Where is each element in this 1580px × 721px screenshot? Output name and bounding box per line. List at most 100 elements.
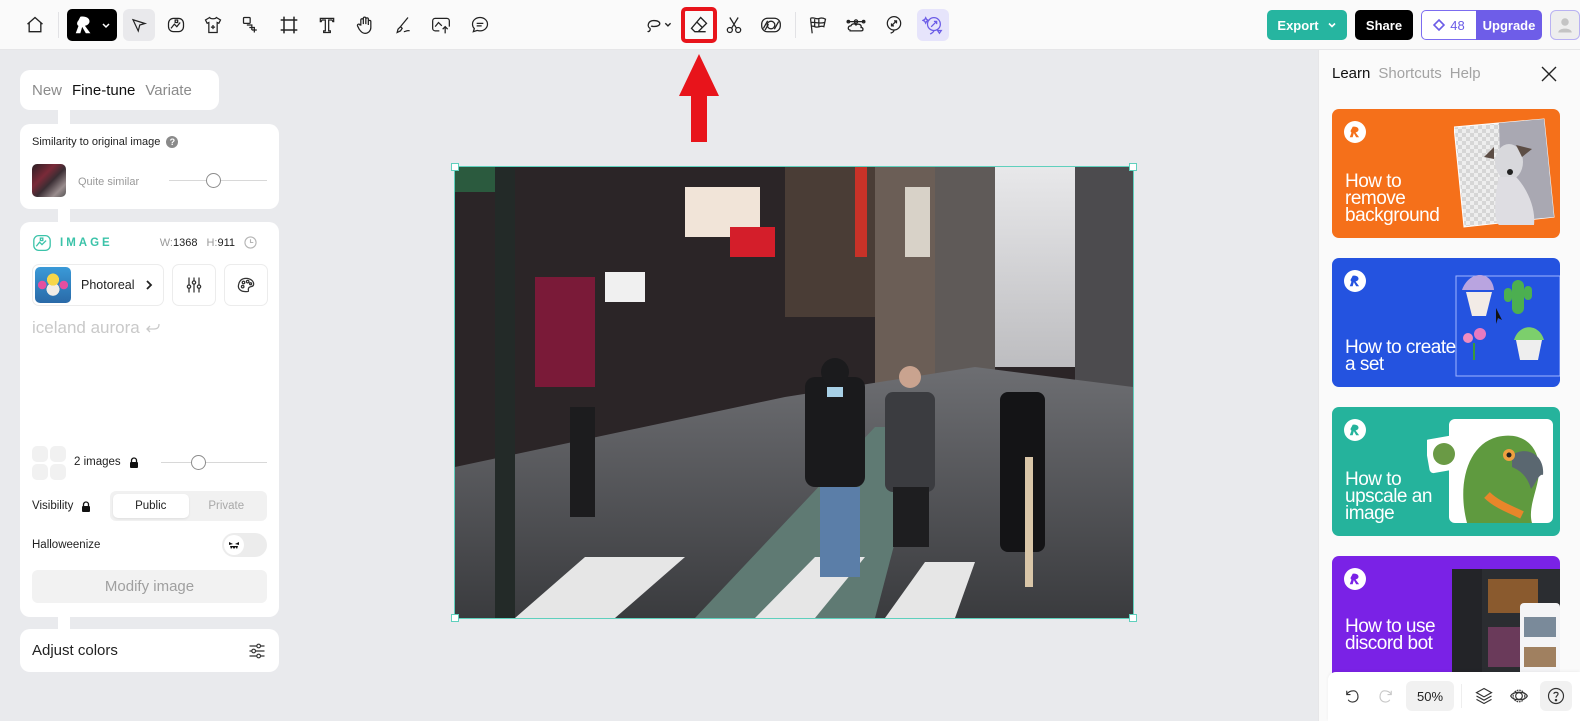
- image-count-slider-handle[interactable]: [190, 455, 206, 470]
- visibility-public-option[interactable]: Public: [113, 494, 189, 518]
- visibility-preview-button[interactable]: [1505, 681, 1533, 711]
- layers-button[interactable]: [1470, 681, 1498, 711]
- share-button[interactable]: Share: [1355, 10, 1413, 40]
- style-palette-button[interactable]: [224, 264, 268, 306]
- image-count-slider-track[interactable]: [161, 462, 267, 463]
- similarity-slider-handle[interactable]: [205, 173, 221, 188]
- home-icon: [25, 15, 45, 35]
- user-avatar[interactable]: [1550, 10, 1580, 40]
- tab-fine-tune[interactable]: Fine-tune: [72, 82, 135, 99]
- layers-tool-button[interactable]: [235, 9, 267, 41]
- upload-tool-button[interactable]: [425, 9, 457, 41]
- tutorial-card-upscale-image[interactable]: How to upscale an image: [1332, 407, 1560, 536]
- plants-set-image: [1455, 275, 1560, 377]
- street-photo: [455, 167, 1133, 618]
- select-tool-button[interactable]: [123, 9, 155, 41]
- tutorial-card-create-set[interactable]: How to create a set: [1332, 258, 1560, 387]
- brand-badge-icon: [1344, 121, 1366, 143]
- image-section-label: IMAGE: [60, 237, 113, 249]
- share-label: Share: [1365, 17, 1403, 33]
- magic-upscale-tool-button[interactable]: [917, 9, 949, 41]
- redo-button[interactable]: [1372, 681, 1400, 711]
- crop-tool-button[interactable]: [273, 9, 305, 41]
- comment-tool-button[interactable]: [464, 9, 496, 41]
- redo-icon: [1377, 687, 1395, 705]
- tab-shortcuts[interactable]: Shortcuts: [1378, 65, 1441, 82]
- undo-button[interactable]: [1338, 681, 1366, 711]
- model-name: Photoreal: [81, 278, 135, 292]
- chevron-down-icon: [1327, 20, 1337, 30]
- prompt-input[interactable]: iceland aurora: [32, 318, 161, 338]
- resize-handle-bottom-right[interactable]: [1129, 614, 1137, 622]
- tab-new[interactable]: New: [32, 82, 62, 99]
- diamond-icon: [1433, 19, 1446, 31]
- text-icon: [317, 15, 337, 35]
- export-button[interactable]: Export: [1267, 10, 1347, 40]
- tutorial-card-title: How to remove background: [1345, 171, 1440, 226]
- generate-image-tool-button[interactable]: [160, 9, 192, 41]
- zoom-level-button[interactable]: 50%: [1406, 681, 1454, 711]
- flags-tool-button[interactable]: [802, 9, 834, 41]
- help-icon[interactable]: ?: [166, 136, 179, 148]
- top-toolbar: Export Share 48 Upgrade: [0, 0, 1580, 50]
- upload-icon: [430, 15, 452, 35]
- mask-icon: [760, 15, 782, 35]
- modify-image-button[interactable]: Modify image: [32, 570, 267, 603]
- credits-count: 48: [1450, 17, 1465, 33]
- image-section-icon: [32, 234, 52, 252]
- tab-learn[interactable]: Learn: [1332, 65, 1370, 82]
- resize-handle-top-right[interactable]: [1129, 163, 1137, 171]
- lock-icon: [129, 456, 139, 468]
- tshirt-icon: [203, 15, 223, 35]
- credits-button[interactable]: 48: [1421, 10, 1476, 40]
- tutorial-card-remove-background[interactable]: How to remove background: [1332, 109, 1560, 238]
- settings-sliders-button[interactable]: [172, 264, 216, 306]
- image-dimensions: W:1368 H:911: [160, 236, 257, 249]
- tab-help[interactable]: Help: [1450, 65, 1481, 82]
- toolbar-divider: [1461, 684, 1462, 708]
- adjust-colors-button[interactable]: Adjust colors: [20, 629, 279, 672]
- bottom-toolbar: 50%: [1328, 672, 1580, 721]
- vectorize-tool-button[interactable]: [840, 9, 872, 41]
- similarity-card: Similarity to original image ? Quite sim…: [20, 124, 279, 209]
- help-button[interactable]: [1540, 681, 1572, 711]
- app-menu-button[interactable]: [67, 9, 117, 41]
- upscale-tool-button[interactable]: [878, 9, 910, 41]
- resize-handle-top-left[interactable]: [451, 163, 459, 171]
- clock-icon[interactable]: [244, 236, 257, 249]
- brand-badge-icon: [1344, 568, 1366, 590]
- tutorial-card-discord-bot[interactable]: How to use discord bot: [1332, 556, 1560, 685]
- tab-variate[interactable]: Variate: [145, 82, 191, 99]
- cut-tool-button[interactable]: [718, 9, 750, 41]
- similarity-value-label: Quite similar: [78, 176, 140, 188]
- visibility-private-option[interactable]: Private: [189, 494, 265, 518]
- panel-connector: [58, 110, 70, 124]
- erase-tool-button[interactable]: [683, 9, 715, 41]
- draw-tool-button[interactable]: [387, 9, 419, 41]
- close-panel-button[interactable]: [1539, 64, 1559, 84]
- close-icon: [1539, 64, 1559, 84]
- panel-connector: [58, 209, 70, 223]
- learn-panel: Learn Shortcuts Help How to remove backg…: [1318, 50, 1580, 721]
- halloweenize-toggle[interactable]: [222, 533, 267, 557]
- export-label: Export: [1277, 17, 1319, 33]
- image-count-text: 2 images: [74, 456, 121, 468]
- question-circle-icon: [1546, 686, 1566, 706]
- sliders-icon: [184, 275, 204, 295]
- cursor-arrow-icon: [130, 16, 148, 34]
- remove-background-tool-button[interactable]: [755, 9, 787, 41]
- lasso-tool-button[interactable]: [640, 9, 680, 41]
- palette-icon: [236, 275, 256, 295]
- home-button[interactable]: [19, 9, 51, 41]
- upgrade-button[interactable]: Upgrade: [1476, 10, 1542, 40]
- canvas-image[interactable]: [454, 166, 1134, 619]
- model-selector-button[interactable]: Photoreal: [32, 264, 164, 306]
- checkered-flag-icon: [808, 15, 828, 35]
- resize-handle-bottom-left[interactable]: [451, 614, 459, 622]
- merch-tool-button[interactable]: [197, 9, 229, 41]
- chevron-down-icon: [101, 20, 111, 30]
- discord-screenshot-image: [1452, 569, 1560, 684]
- hand-tool-button[interactable]: [349, 9, 381, 41]
- user-icon: [1556, 16, 1574, 34]
- text-tool-button[interactable]: [311, 9, 343, 41]
